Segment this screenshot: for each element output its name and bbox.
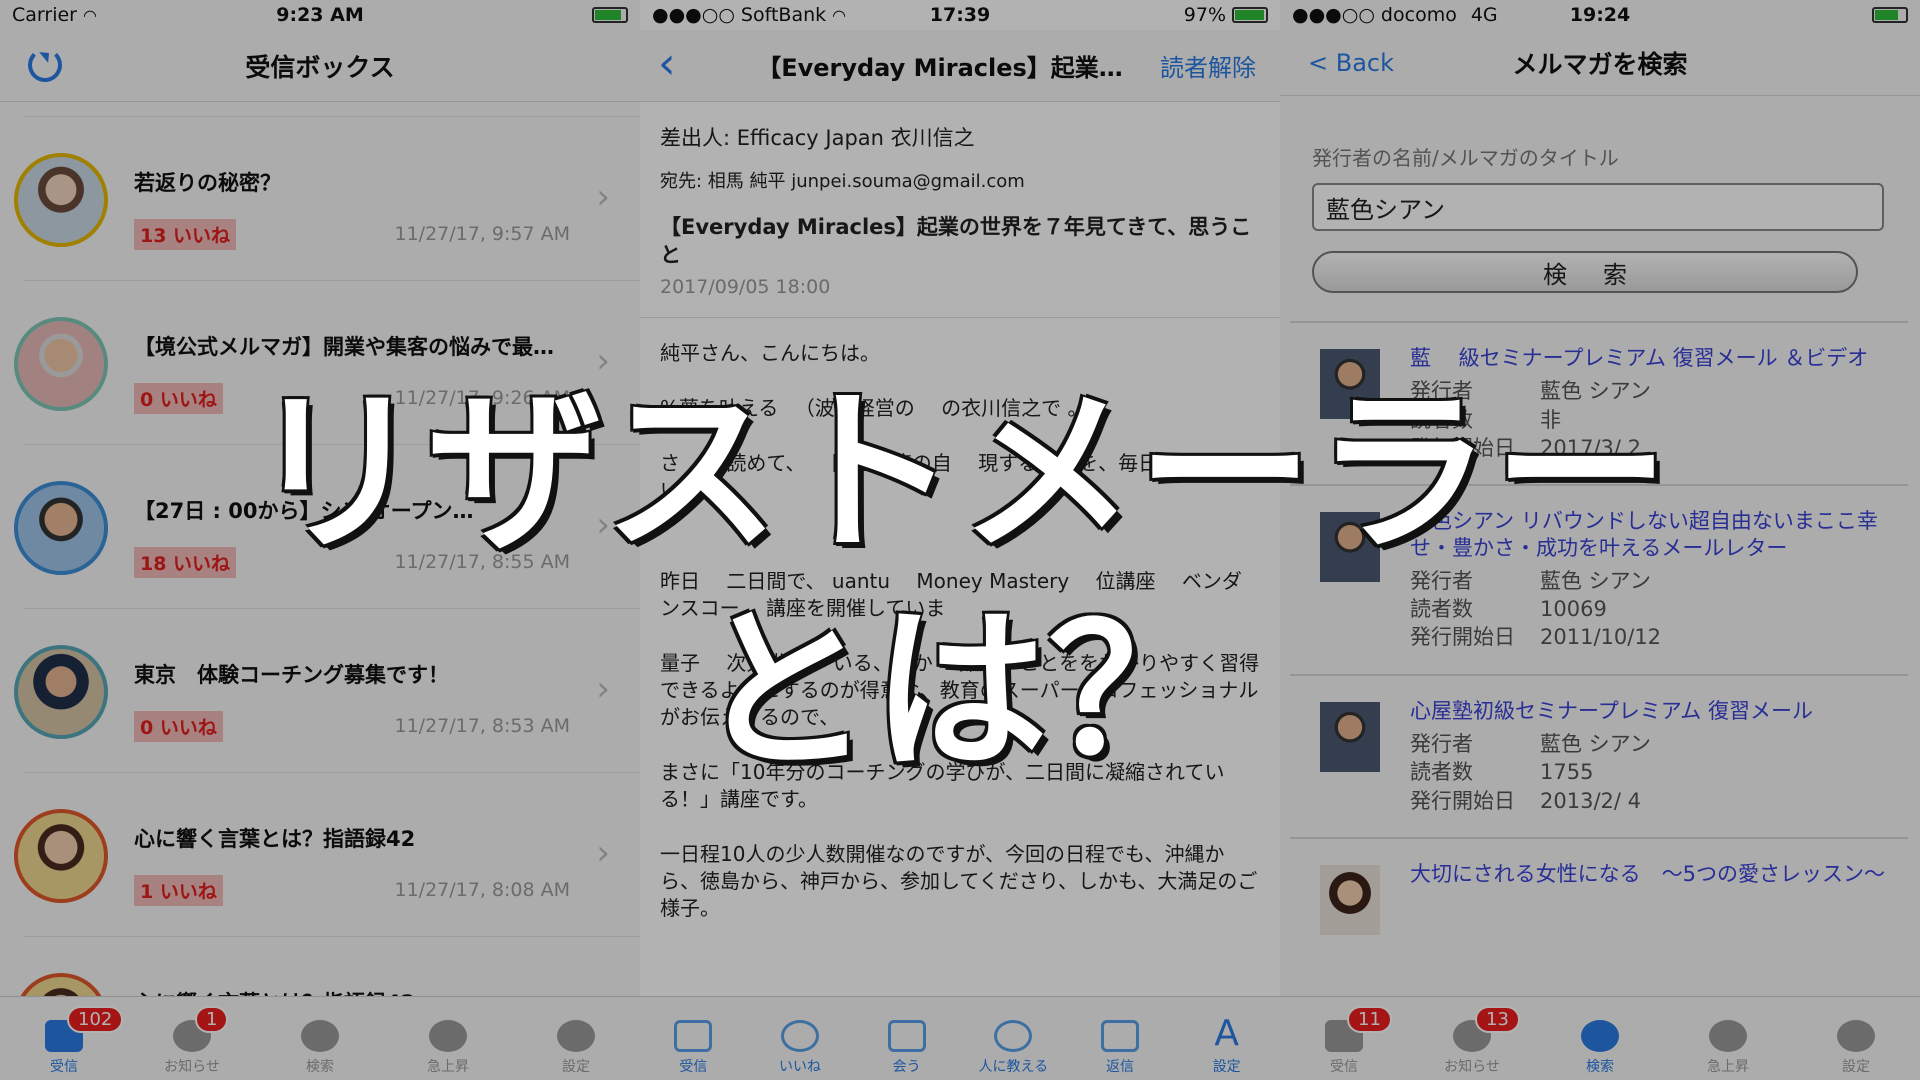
headline-line-1: リザストメーラー (248, 371, 1672, 576)
headline-line-2: とは？ (695, 589, 1224, 794)
